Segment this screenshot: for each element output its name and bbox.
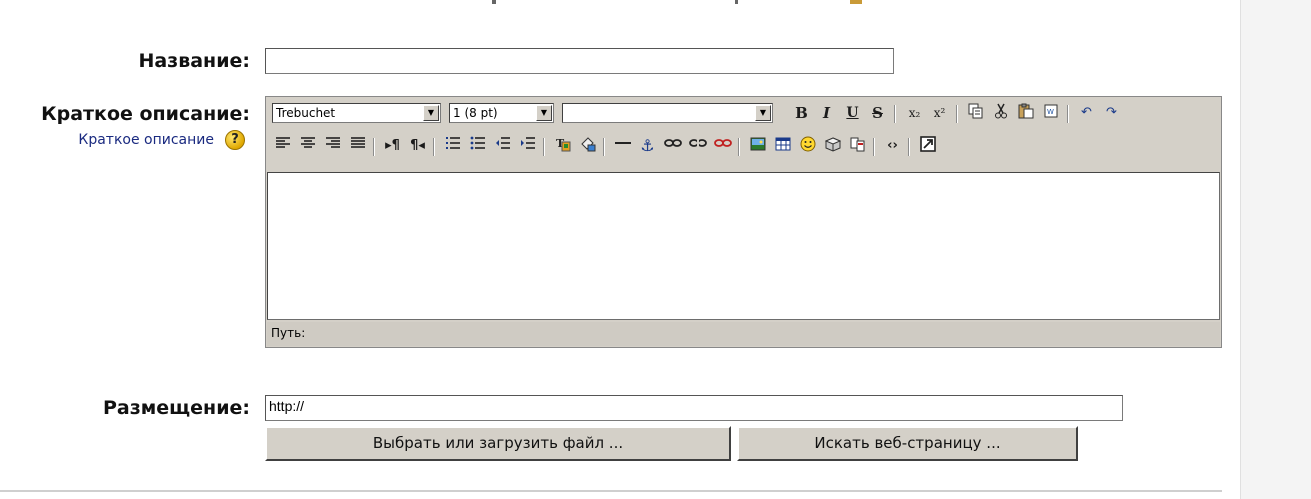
format-select[interactable]: ▼ bbox=[562, 103, 773, 123]
toolbar-separator bbox=[738, 138, 740, 156]
toolbar-separator bbox=[894, 105, 896, 123]
text-color-icon[interactable]: T bbox=[552, 136, 573, 156]
font-size-value: 1 (8 pt) bbox=[453, 106, 498, 120]
font-family-select[interactable]: Trebuchet ▼ bbox=[272, 103, 441, 123]
paste-word-icon[interactable]: W bbox=[1040, 103, 1061, 123]
toolbar-separator bbox=[603, 138, 605, 156]
top-edge-fragment bbox=[850, 0, 862, 4]
top-edge-fragment bbox=[492, 0, 496, 4]
search-replace-icon[interactable] bbox=[847, 136, 868, 156]
bold-icon[interactable]: B bbox=[791, 103, 812, 123]
editor-content-area[interactable] bbox=[267, 172, 1220, 320]
html-source-icon[interactable]: ‹› bbox=[882, 136, 903, 156]
right-side-panel bbox=[1240, 0, 1311, 499]
name-input[interactable] bbox=[265, 48, 894, 74]
summary-label: Краткое описание: bbox=[41, 103, 250, 125]
align-left-icon[interactable] bbox=[272, 136, 293, 156]
chevron-down-icon[interactable]: ▼ bbox=[423, 105, 439, 121]
paste-icon[interactable] bbox=[1015, 103, 1036, 123]
subscript-icon[interactable]: x₂ bbox=[904, 103, 925, 123]
help-icon[interactable]: ? bbox=[225, 130, 245, 150]
unordered-list-icon[interactable] bbox=[467, 136, 488, 156]
choose-file-button[interactable]: Выбрать или загрузить файл ... bbox=[265, 426, 731, 461]
redo-icon[interactable]: ↷ bbox=[1101, 103, 1122, 123]
location-input[interactable]: http:// bbox=[265, 395, 1123, 421]
strikethrough-icon[interactable]: S bbox=[867, 103, 888, 123]
toolbar-separator bbox=[908, 138, 910, 156]
undo-icon[interactable]: ↶ bbox=[1076, 103, 1097, 123]
justify-icon[interactable] bbox=[347, 136, 368, 156]
link-icon[interactable] bbox=[662, 136, 683, 156]
align-center-icon[interactable] bbox=[297, 136, 318, 156]
italic-icon[interactable]: I bbox=[816, 103, 837, 123]
top-edge-fragment bbox=[735, 0, 738, 4]
underline-icon[interactable]: U bbox=[842, 103, 863, 123]
font-size-select[interactable]: 1 (8 pt) ▼ bbox=[449, 103, 554, 123]
name-label: Название: bbox=[138, 50, 250, 72]
bottom-divider bbox=[0, 490, 1222, 492]
search-web-page-button[interactable]: Искать веб-страницу ... bbox=[737, 426, 1078, 461]
align-right-icon[interactable] bbox=[322, 136, 343, 156]
superscript-icon[interactable]: x² bbox=[929, 103, 950, 123]
anchor-icon[interactable]: ⚓ bbox=[637, 136, 658, 156]
editor-toolbar-row-1: Trebuchet ▼ 1 (8 pt) ▼ ▼ B I U S x₂ x² W bbox=[266, 97, 1221, 129]
svg-text:W: W bbox=[1047, 108, 1054, 116]
ordered-list-icon[interactable] bbox=[442, 136, 463, 156]
toolbar-separator bbox=[373, 138, 375, 156]
toolbar-separator bbox=[543, 138, 545, 156]
copy-icon[interactable] bbox=[965, 103, 986, 123]
fullscreen-icon[interactable] bbox=[917, 136, 938, 156]
location-label: Размещение: bbox=[102, 397, 250, 419]
cut-icon[interactable] bbox=[990, 103, 1011, 123]
horizontal-rule-icon[interactable] bbox=[612, 136, 633, 156]
rtl-icon[interactable]: ¶◂ bbox=[407, 136, 428, 156]
summary-help-link[interactable]: Краткое описание bbox=[64, 132, 214, 148]
outdent-icon[interactable] bbox=[492, 136, 513, 156]
chevron-down-icon[interactable]: ▼ bbox=[755, 105, 771, 121]
background-color-icon[interactable] bbox=[577, 136, 598, 156]
table-icon[interactable] bbox=[772, 136, 793, 156]
ltr-icon[interactable]: ▸¶ bbox=[382, 136, 403, 156]
toolbar-separator bbox=[873, 138, 875, 156]
image-icon[interactable] bbox=[747, 136, 768, 156]
chevron-down-icon[interactable]: ▼ bbox=[536, 105, 552, 121]
no-link-icon[interactable] bbox=[712, 136, 733, 156]
smiley-icon[interactable] bbox=[797, 136, 818, 156]
toolbar-separator bbox=[956, 105, 958, 123]
editor-path-bar: Путь: bbox=[267, 322, 1220, 346]
rich-text-editor: Trebuchet ▼ 1 (8 pt) ▼ ▼ B I U S x₂ x² W bbox=[265, 96, 1222, 348]
toolbar-separator bbox=[433, 138, 435, 156]
editor-toolbar-row-2: ▸¶ ¶◂ T ⚓ ‹› bbox=[266, 130, 1221, 162]
font-family-value: Trebuchet bbox=[276, 106, 336, 120]
insert-char-icon[interactable] bbox=[822, 136, 843, 156]
indent-icon[interactable] bbox=[517, 136, 538, 156]
toolbar-separator bbox=[1067, 105, 1069, 123]
unlink-icon[interactable] bbox=[687, 136, 708, 156]
